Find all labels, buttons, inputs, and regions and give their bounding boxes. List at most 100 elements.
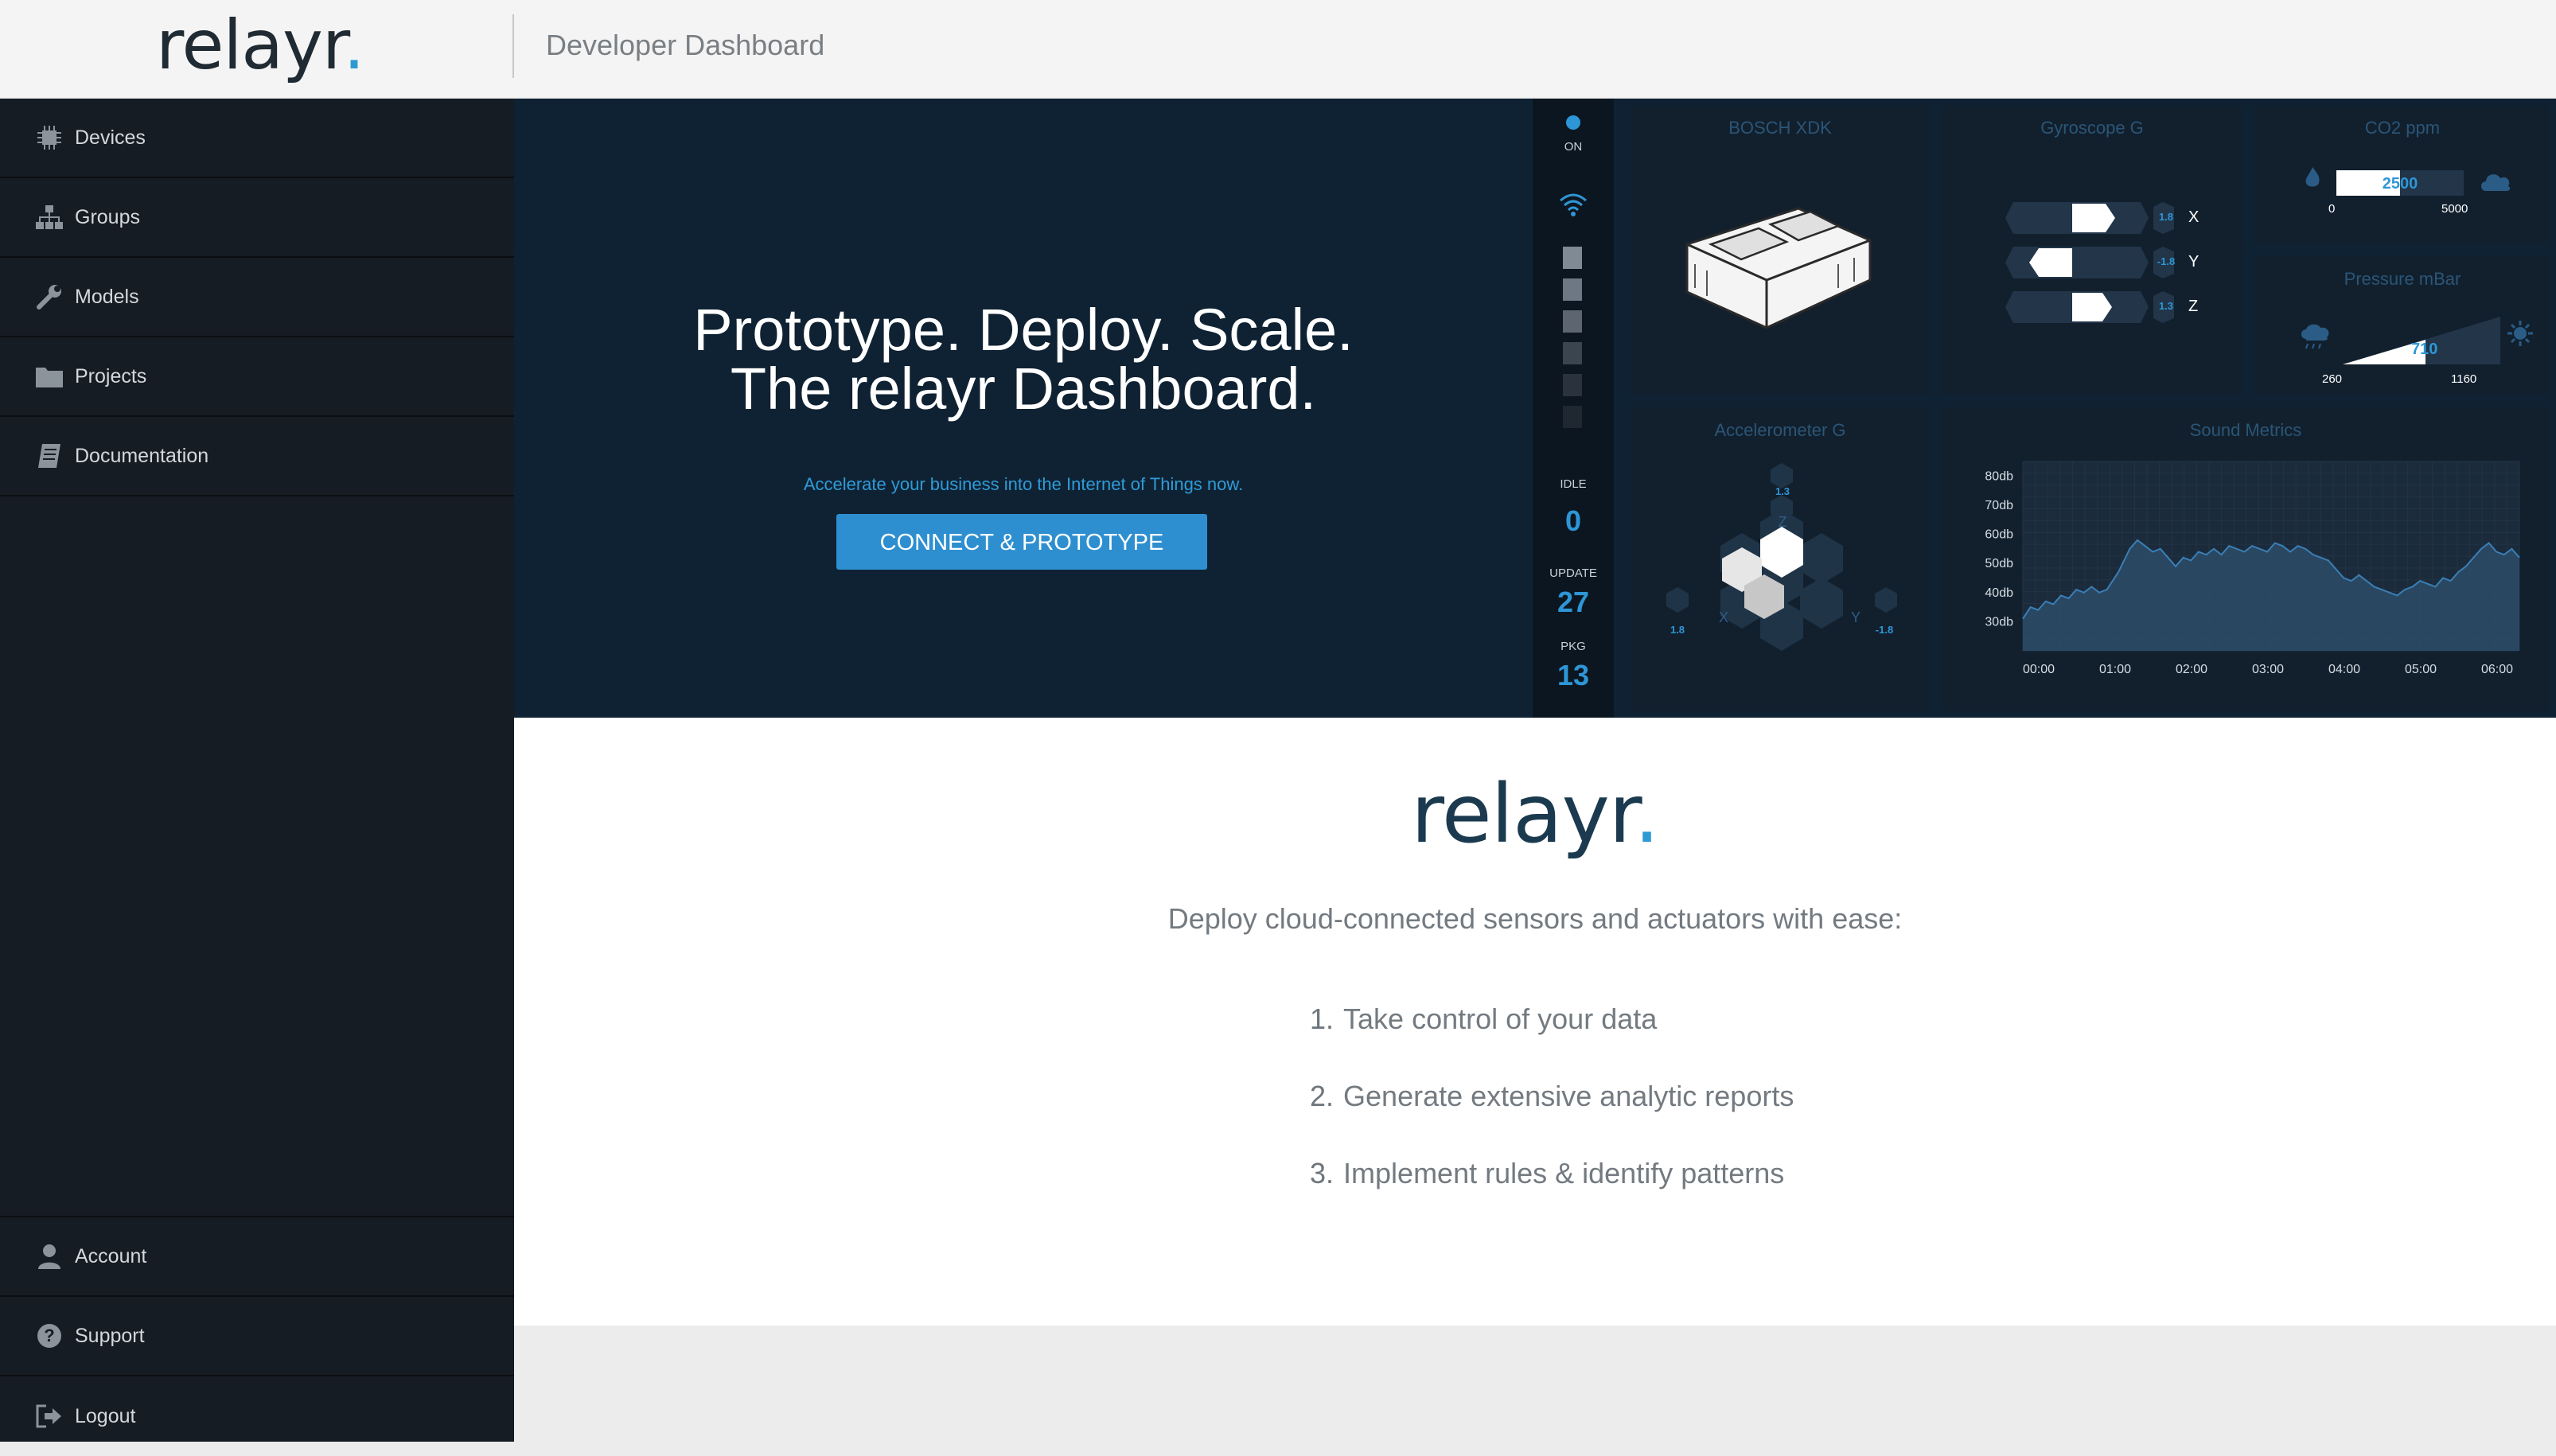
y-tick-label: 40db [1985, 586, 2013, 600]
sidebar-item-groups[interactable]: Groups [0, 178, 514, 258]
accel-x-label: X [1719, 609, 1729, 625]
y-tick-label: 60db [1985, 528, 2013, 542]
accel-x-value: 1.8 [1670, 624, 1685, 636]
feature-number: 3. [1310, 1157, 1334, 1189]
logo-dot: . [1634, 767, 1659, 862]
sidebar: Devices Groups Models Projects Documenta… [0, 99, 514, 1442]
feature-text: Generate extensive analytic reports [1343, 1080, 1794, 1112]
sidebar-item-account[interactable]: Account [0, 1217, 514, 1297]
y-tick-label: 80db [1985, 469, 2013, 483]
accelerometer-tile-title: Accelerometer G [1714, 420, 1846, 440]
update-label: UPDATE [1549, 566, 1597, 580]
book-icon [33, 440, 65, 472]
pressure-tile-title: Pressure mBar [2344, 269, 2461, 289]
hero-headline-secondary: The relayr Dashboard. [730, 356, 1317, 422]
feature-item: 2. Generate extensive analytic reports [1310, 1080, 1794, 1157]
rain-cloud-icon [2301, 324, 2329, 349]
sound-metrics-chart: 80db 70db 60db 50db 40db 30db 00:00 01:00 02:00 0… [1985, 461, 2520, 676]
sidebar-item-documentation[interactable]: Documentation [0, 417, 514, 496]
signal-level-bars [1563, 247, 1582, 428]
svg-text:?: ? [44, 1326, 54, 1345]
sidebar-item-label: Documentation [75, 444, 209, 467]
gyro-z-label: Z [2188, 298, 2199, 315]
tagline: Deploy cloud-connected sensors and actua… [1167, 902, 1903, 935]
x-tick-label: 00:00 [2023, 663, 2055, 676]
sidebar-item-projects[interactable]: Projects [0, 337, 514, 417]
x-tick-label: 03:00 [2252, 663, 2284, 676]
wrench-icon [33, 281, 65, 313]
x-tick-label: 04:00 [2328, 663, 2360, 676]
sidebar-item-label: Models [75, 285, 139, 308]
relayr-logo[interactable]: relayr. [156, 2, 365, 89]
pressure-max: 1160 [2451, 372, 2477, 386]
gyro-y-bar [2005, 247, 2174, 278]
sidebar-item-label: Projects [75, 364, 147, 387]
gyroscope-tile-title: Gyroscope G [2040, 118, 2144, 138]
y-tick-label: 70db [1985, 499, 2013, 512]
gyroscope-bars [2005, 202, 2174, 323]
question-icon: ? [33, 1320, 65, 1352]
x-tick-label: 05:00 [2405, 663, 2437, 676]
feature-number: 2. [1310, 1080, 1334, 1112]
wifi-icon [1560, 193, 1587, 216]
accel-z-value: 1.3 [1775, 485, 1790, 497]
sidebar-item-label: Logout [75, 1404, 136, 1427]
accel-z-label: Z [1778, 514, 1787, 530]
feature-number: 1. [1310, 1002, 1334, 1035]
co2-value: 2500 [2382, 175, 2418, 193]
x-tick-label: 02:00 [2176, 663, 2207, 676]
sidebar-item-label: Devices [75, 126, 146, 149]
pkg-value: 13 [1557, 659, 1590, 691]
sidebar-item-label: Account [75, 1244, 147, 1267]
gyro-z-bar [2005, 291, 2174, 323]
accel-y-label: Y [1851, 609, 1861, 625]
sidebar-item-label: Support [75, 1324, 145, 1347]
pkg-label: PKG [1560, 640, 1586, 653]
y-tick-label: 30db [1985, 615, 2013, 629]
folder-icon [33, 360, 65, 392]
accelerometer-tile[interactable]: Accelerometer G 1.3 Z 1.8 X -1.8 Y [1625, 401, 1935, 718]
org-chart-icon [33, 201, 65, 233]
sidebar-item-models[interactable]: Models [0, 258, 514, 337]
flame-icon [2305, 167, 2320, 187]
logout-icon [33, 1400, 65, 1432]
device-tile[interactable]: BOSCH XDK [1625, 99, 1935, 401]
co2-tile[interactable]: CO2 ppm 2500 0 5000 [2249, 99, 2556, 250]
sidebar-item-devices[interactable]: Devices [0, 99, 514, 178]
chip-icon [33, 122, 65, 154]
feature-text: Implement rules & identify patterns [1343, 1157, 1785, 1189]
xdk-device-image [1685, 207, 1872, 329]
cloud-icon [2481, 174, 2511, 191]
co2-min: 0 [2328, 202, 2336, 216]
top-header: relayr. Developer Dashboard [0, 0, 2556, 99]
gyroscope-tile[interactable]: Gyroscope G 1.8 -1.8 1.3 X Y Z [1935, 99, 2249, 401]
user-icon [33, 1240, 65, 1272]
on-indicator-icon [1566, 115, 1580, 130]
gyro-z-value: 1.3 [2158, 300, 2174, 312]
feature-list: 1. Take control of your data 2. Generate e… [1310, 1002, 1794, 1234]
page-title: Developer Dashboard [546, 29, 825, 61]
co2-max: 5000 [2441, 202, 2468, 216]
sidebar-item-support[interactable]: ? Support [0, 1297, 514, 1376]
sound-metrics-tile[interactable]: Sound Metrics 80db 70db 60db 50db 40db 30db 00… [1935, 401, 2556, 718]
pressure-tile[interactable]: Pressure mBar 710 260 1160 [2249, 250, 2556, 401]
idle-label: IDLE [1560, 477, 1587, 491]
y-tick-label: 50db [1985, 557, 2013, 570]
feature-text: Take control of your data [1343, 1002, 1658, 1035]
co2-tile-title: CO2 ppm [2364, 118, 2441, 138]
logo-text: relayr [156, 6, 344, 85]
sensor-tiles: BOSCH XDK Gyroscope G 1.8 -1.8 1.3 X Y Z… [1625, 99, 2556, 718]
sidebar-item-label: Groups [75, 205, 140, 228]
hero-main: Prototype. Deploy. Scale. The relayr Das… [514, 99, 1533, 718]
feature-item: 3. Implement rules & identify patterns [1310, 1157, 1794, 1234]
hero-banner: Prototype. Deploy. Scale. The relayr Das… [514, 99, 2556, 718]
device-tile-title: BOSCH XDK [1728, 118, 1832, 138]
sidebar-item-logout[interactable]: Logout [0, 1376, 514, 1456]
hero-headline: Prototype. Deploy. Scale. [693, 297, 1354, 363]
accel-y-value: -1.8 [1875, 624, 1894, 636]
hero-subtext: Accelerate your business into the Intern… [803, 474, 1244, 494]
gyro-x-label: X [2188, 208, 2199, 226]
on-label: ON [1564, 140, 1583, 154]
connect-prototype-button[interactable]: CONNECT & PROTOTYPE [836, 514, 1207, 570]
feature-item: 1. Take control of your data [1310, 1002, 1794, 1080]
